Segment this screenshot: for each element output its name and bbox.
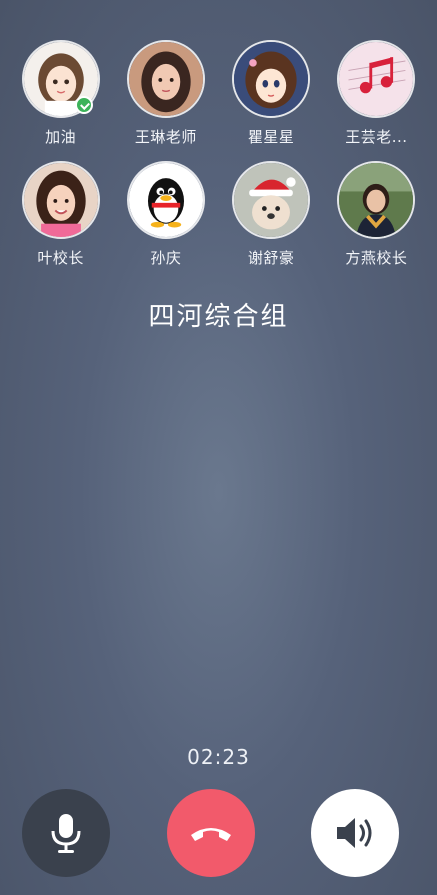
avatar-anime-girl-icon: [232, 40, 311, 118]
mute-button[interactable]: [22, 789, 110, 877]
participant-name: 孙庆: [150, 249, 182, 267]
participant-name: 王芸老...: [345, 128, 408, 146]
speaker-icon: [337, 818, 372, 848]
microphone-icon: [51, 814, 81, 853]
participant-row-2: 叶校长 孙庆 谢舒豪 方燕校长: [0, 161, 437, 268]
online-badge-icon: [74, 96, 93, 114]
participant-name: 加油: [45, 128, 77, 146]
hangup-button[interactable]: [167, 789, 255, 877]
participant-sunqing[interactable]: 孙庆: [118, 161, 214, 268]
avatar-woman-icon: [126, 40, 205, 118]
participant-name: 王琳老师: [134, 128, 197, 146]
avatar-woman-smiling-icon: [21, 161, 100, 239]
hangup-phone-icon: [191, 828, 231, 841]
participant-wanglin[interactable]: 王琳老师: [118, 40, 214, 147]
participant-yexiaozhang[interactable]: 叶校长: [13, 161, 109, 268]
participant-name: 叶校长: [37, 249, 84, 267]
participant-row-1: 加油 王琳老师 瞿星星 王芸老...: [0, 40, 437, 147]
avatar-santa-dog-icon: [232, 161, 311, 239]
avatar-music-notes-icon: [337, 40, 416, 118]
participant-xieshuhao[interactable]: 谢舒豪: [223, 161, 319, 268]
participant-name: 谢舒豪: [247, 249, 295, 267]
participant-name: 瞿星星: [247, 128, 295, 146]
participant-jiayou[interactable]: 加油: [13, 40, 109, 147]
call-controls: [0, 789, 437, 879]
speaker-button[interactable]: [311, 789, 399, 877]
participant-grid: 加油 王琳老师 瞿星星 王芸老... 叶校长 孙庆 谢舒豪 方燕校长: [0, 40, 437, 282]
participant-name: 方燕校长: [345, 249, 408, 267]
group-name: 四河综合组: [148, 302, 289, 332]
avatar-woman-outdoor-icon: [337, 161, 416, 239]
call-timer: 02:23: [187, 745, 250, 769]
participant-quxingxing[interactable]: 瞿星星: [223, 40, 319, 147]
participant-fangyan[interactable]: 方燕校长: [328, 161, 424, 268]
participant-wangyun[interactable]: 王芸老...: [328, 40, 424, 147]
avatar-qq-penguin-icon: [126, 161, 205, 239]
